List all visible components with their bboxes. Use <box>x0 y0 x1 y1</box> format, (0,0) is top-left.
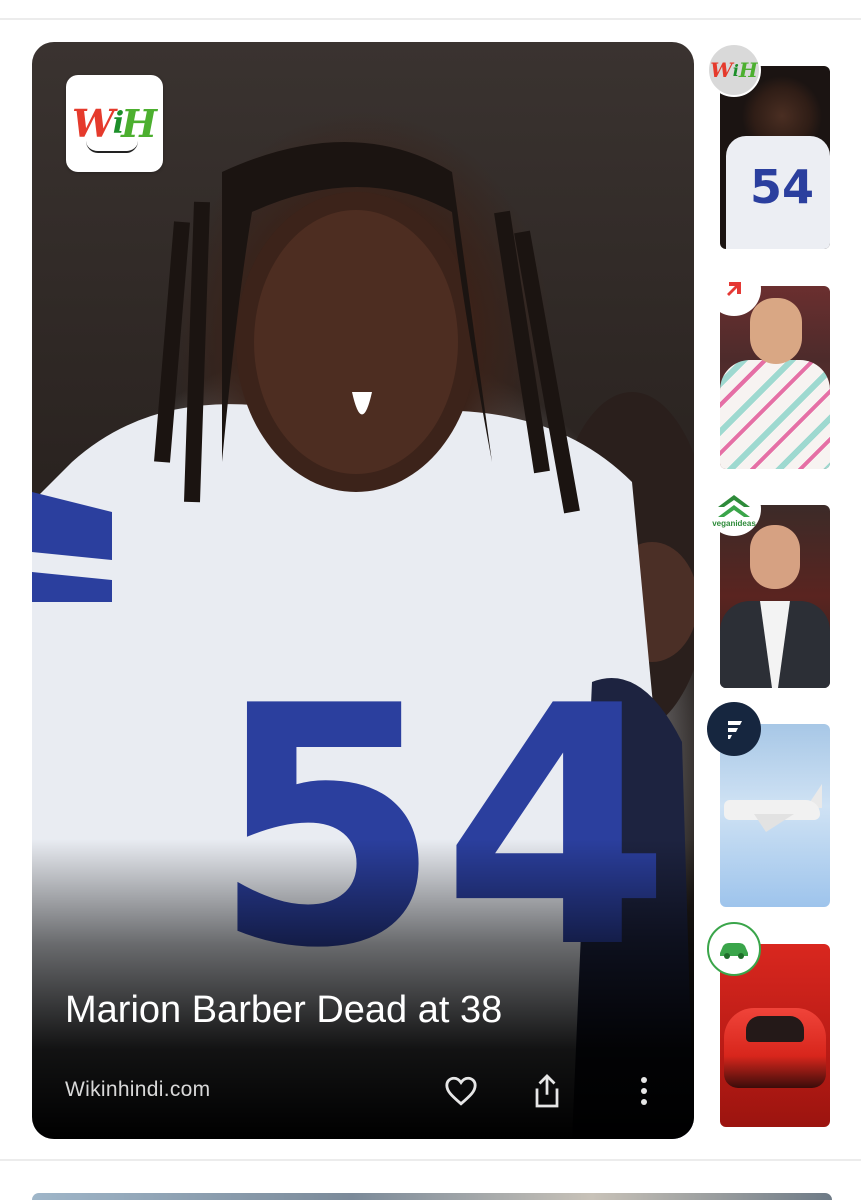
share-icon <box>535 1074 559 1108</box>
rail-5-publisher-badge <box>707 922 761 976</box>
green-car-icon <box>720 943 748 959</box>
f-logo-icon <box>728 721 742 739</box>
logo-letter-w: W <box>72 101 115 146</box>
next-story-card-peek[interactable] <box>32 1193 832 1200</box>
more-options-button[interactable] <box>622 1069 666 1113</box>
publisher-logo[interactable]: W i H <box>66 75 163 172</box>
logo-letter-h: H <box>121 101 157 146</box>
logo-swoosh <box>86 141 138 153</box>
rail-2-face <box>750 298 802 364</box>
red-chevron-icon <box>727 282 741 296</box>
story-card[interactable]: 54 W i H Marion Barber Dead at 38 Wikinh… <box>32 42 694 1139</box>
veganideas-chevron-icon <box>718 494 750 517</box>
story-source: Wikinhindi.com <box>65 1078 211 1101</box>
rail-3-badge-text: veganideas <box>712 518 756 528</box>
story-headline[interactable]: Marion Barber Dead at 38 <box>65 987 665 1033</box>
share-button[interactable] <box>525 1069 569 1113</box>
top-divider <box>0 18 861 20</box>
rail-3-publisher-badge: veganideas <box>707 482 761 536</box>
rail-5-windshield <box>746 1016 804 1042</box>
rail-3-face <box>750 525 800 589</box>
rail-4-publisher-badge <box>707 702 761 756</box>
rail-1-jersey-number: 54 <box>750 160 815 214</box>
rail-4-jet-wing <box>754 814 794 832</box>
rail-2-shirt <box>720 360 830 469</box>
rail-2-publisher-badge <box>707 262 761 316</box>
rail-1-publisher-badge: WiH <box>707 43 761 97</box>
more-vertical-icon <box>641 1077 647 1105</box>
heart-outline-icon <box>445 1076 477 1106</box>
like-button[interactable] <box>439 1069 483 1113</box>
bottom-divider <box>0 1159 861 1161</box>
